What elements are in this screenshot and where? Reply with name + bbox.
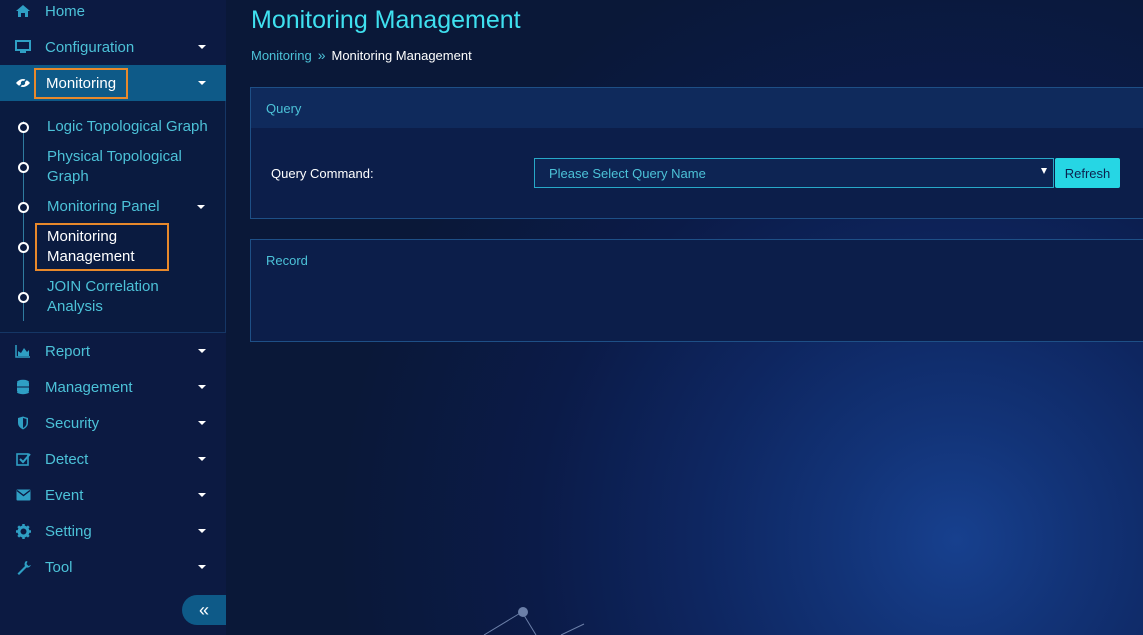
submenu-item-monitoring-panel[interactable]: Monitoring Panel: [0, 197, 225, 217]
breadcrumb-link-monitoring[interactable]: Monitoring: [251, 48, 312, 63]
breadcrumb-current: Monitoring Management: [331, 47, 472, 63]
dropdown-arrow-icon: [1041, 168, 1047, 174]
chevron-down-icon: [198, 421, 206, 425]
database-icon: [14, 378, 32, 396]
bullet-icon: [18, 162, 29, 173]
submenu-label: Monitoring Management: [35, 223, 169, 271]
submenu-label: Monitoring Panel: [47, 198, 160, 215]
check-square-icon: [14, 450, 32, 468]
nav-label-monitoring: Monitoring: [34, 67, 129, 99]
query-name-select[interactable]: Please Select Query Name: [534, 158, 1054, 188]
nav-label-management: Management: [45, 378, 133, 396]
submenu-item-join-correlation-analysis[interactable]: JOIN Correlation Analysis: [0, 277, 225, 317]
nav-label-configuration: Configuration: [45, 38, 135, 56]
nav-label-security: Security: [45, 414, 100, 432]
submenu-label: Logic Topological Graph: [47, 118, 208, 135]
record-panel-header: Record: [266, 252, 308, 268]
submenu-label: Physical Topological Graph: [47, 148, 182, 185]
nav-item-event[interactable]: Event: [0, 477, 226, 513]
refresh-button[interactable]: Refresh: [1055, 158, 1120, 188]
home-icon: [14, 2, 32, 20]
nav-label-event: Event: [45, 486, 84, 504]
record-panel: Record: [250, 239, 1143, 342]
query-command-label: Query Command:: [271, 166, 374, 181]
nav-label-report: Report: [45, 342, 91, 360]
chevron-down-icon: [197, 205, 205, 209]
query-panel: Query Query Command: Please Select Query…: [250, 87, 1143, 219]
gear-icon: [14, 522, 32, 540]
chevron-down-icon: [198, 529, 206, 533]
nav-item-management[interactable]: Management: [0, 369, 226, 405]
nav-item-detect[interactable]: Detect: [0, 441, 226, 477]
query-panel-header: Query: [251, 88, 1143, 128]
nav-label-setting: Setting: [45, 522, 92, 540]
nav-item-report[interactable]: Report: [0, 333, 226, 369]
breadcrumb: Monitoring » Monitoring Management: [251, 47, 472, 63]
shield-icon: [14, 414, 32, 432]
monitoring-submenu: Logic Topological Graph Physical Topolog…: [0, 101, 226, 333]
chevron-down-icon: [198, 349, 206, 353]
main-content: Monitoring Management Monitoring » Monit…: [226, 0, 1143, 635]
collapse-sidebar-button[interactable]: «: [182, 595, 226, 625]
envelope-icon: [14, 486, 32, 504]
nav-label-home: Home: [45, 2, 86, 20]
chevron-down-icon: [198, 385, 206, 389]
double-chevron-left-icon: «: [198, 599, 209, 620]
breadcrumb-separator-icon: »: [317, 47, 326, 63]
bullet-icon: [18, 122, 29, 133]
bullet-icon: [18, 292, 29, 303]
query-name-select-value: Please Select Query Name: [549, 165, 706, 181]
chevron-down-icon: [198, 81, 206, 85]
submenu-item-monitoring-management[interactable]: Monitoring Management: [0, 223, 225, 271]
bullet-icon: [18, 242, 29, 253]
chevron-down-icon: [198, 45, 206, 49]
page-title: Monitoring Management: [251, 6, 521, 34]
submenu-item-logic-topological-graph[interactable]: Logic Topological Graph: [0, 117, 225, 137]
chevron-down-icon: [198, 457, 206, 461]
sidebar: Home Configuration Monitoring Logic Topo…: [0, 0, 226, 635]
wrench-icon: [14, 558, 32, 576]
nav-item-setting[interactable]: Setting: [0, 513, 226, 549]
nav-label-detect: Detect: [45, 450, 89, 468]
submenu-item-physical-topological-graph[interactable]: Physical Topological Graph: [0, 147, 225, 187]
nav-item-home[interactable]: Home: [0, 0, 226, 29]
eye-icon: [14, 74, 32, 92]
nav-item-security[interactable]: Security: [0, 405, 226, 441]
area-chart-icon: [14, 342, 32, 360]
chevron-down-icon: [198, 493, 206, 497]
submenu-label: JOIN Correlation Analysis: [47, 278, 159, 315]
nav-label-tool: Tool: [45, 558, 73, 576]
monitor-icon: [14, 38, 32, 56]
nav-item-tool[interactable]: Tool: [0, 549, 226, 585]
bullet-icon: [18, 202, 29, 213]
chevron-down-icon: [198, 565, 206, 569]
nav-item-configuration[interactable]: Configuration: [0, 29, 226, 65]
nav-item-monitoring[interactable]: Monitoring: [0, 65, 226, 101]
network-decoration-icon: [483, 607, 585, 635]
